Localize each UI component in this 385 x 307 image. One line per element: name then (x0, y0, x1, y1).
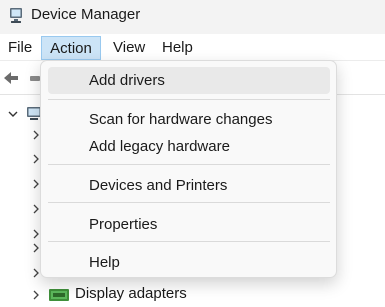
title-bar: Device Manager (0, 0, 385, 34)
menu-separator (48, 99, 330, 100)
menu-item-help[interactable]: Help (48, 249, 330, 276)
window-title: Device Manager (31, 6, 141, 23)
menu-item-scan-hardware[interactable]: Scan for hardware changes (48, 106, 330, 133)
action-dropdown-menu: Add drivers Scan for hardware changes Ad… (40, 60, 337, 278)
menu-separator (48, 164, 330, 165)
display-adapter-icon (49, 289, 69, 301)
menu-item-devices-printers[interactable]: Devices and Printers (48, 172, 330, 199)
menu-separator (48, 241, 330, 242)
menu-help[interactable]: Help (160, 36, 195, 60)
menu-bar: File Action View Help (0, 34, 385, 61)
menu-file[interactable]: File (6, 36, 34, 60)
forward-arrow-icon[interactable] (30, 70, 40, 86)
menu-item-add-drivers[interactable]: Add drivers (48, 67, 330, 94)
menu-view[interactable]: View (111, 36, 147, 60)
back-arrow-icon[interactable] (2, 70, 20, 86)
menu-separator (48, 202, 330, 203)
tree-item-display-adapters[interactable]: Display adapters (75, 285, 187, 302)
device-manager-icon (10, 8, 22, 23)
menu-action[interactable]: Action (41, 36, 101, 60)
menu-item-properties[interactable]: Properties (48, 211, 330, 238)
chevron-right-icon[interactable] (31, 290, 41, 300)
chevron-down-icon[interactable] (8, 109, 18, 119)
menu-item-add-legacy-hardware[interactable]: Add legacy hardware (48, 133, 330, 160)
